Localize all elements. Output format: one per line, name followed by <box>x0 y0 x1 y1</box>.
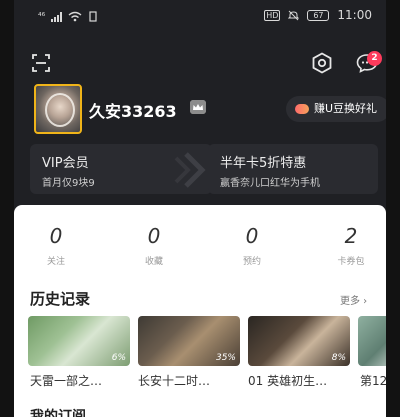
history-progress: 35% <box>215 353 236 363</box>
history-thumbnail[interactable]: 6% <box>28 316 130 366</box>
history-thumbnail[interactable]: 8% <box>248 316 350 366</box>
status-bar: ⁴⁶ HD 67 11:00 <box>14 0 386 30</box>
earn-points-button[interactable]: 赚U豆换好礼 <box>286 96 386 122</box>
notification-badge: 2 <box>367 51 382 66</box>
signal-icon <box>51 11 63 22</box>
stat-follow-value: 0 <box>49 224 63 248</box>
usb-icon <box>89 11 97 22</box>
stat-coupons-label: 卡券包 <box>337 257 365 267</box>
promo-card[interactable]: 半年卡5折特惠 赢香奈儿口红华为手机 <box>208 144 378 194</box>
stat-reservations[interactable]: 0 预约 <box>222 224 282 267</box>
history-thumbnail[interactable] <box>358 316 386 366</box>
clock: 11:00 <box>337 8 372 22</box>
vip-card[interactable]: VIP会员 首月仅9块9 <box>30 144 212 194</box>
subscriptions-title: 我的订阅 <box>30 409 86 417</box>
crown-icon <box>190 100 206 114</box>
history-more-link[interactable]: 更多 › <box>340 292 367 307</box>
vip-card-subtitle: 首月仅9块9 <box>42 178 95 189</box>
history-item-title[interactable]: 第12 <box>360 372 386 389</box>
promo-card-subtitle: 赢香奈儿口红华为手机 <box>220 178 320 189</box>
hd-badge: HD <box>264 9 281 21</box>
chevron-decoration-icon <box>174 152 206 188</box>
settings-icon[interactable] <box>311 52 333 74</box>
stat-favorites-value: 0 <box>147 224 161 248</box>
top-actions <box>14 48 386 78</box>
coin-icon <box>295 104 309 114</box>
stat-follow[interactable]: 0 关注 <box>26 224 86 267</box>
stat-favorites-label: 收藏 <box>144 257 163 267</box>
history-item-title[interactable]: 天雷一部之… <box>30 372 130 389</box>
stat-favorites[interactable]: 0 收藏 <box>124 224 184 267</box>
network-type: ⁴⁶ <box>38 11 46 22</box>
earn-points-label: 赚U豆换好礼 <box>314 102 378 115</box>
history-thumbnail[interactable]: 35% <box>138 316 240 366</box>
history-progress: 6% <box>111 353 126 363</box>
username[interactable]: 久安33263 <box>89 98 177 122</box>
vip-card-title: VIP会员 <box>42 156 89 171</box>
history-title: 历史记录 <box>30 290 91 308</box>
history-progress: 8% <box>331 353 346 363</box>
battery-icon: 67 <box>307 9 330 21</box>
stat-reservations-label: 预约 <box>242 257 261 267</box>
mute-icon <box>288 10 300 20</box>
scan-icon[interactable] <box>32 54 50 72</box>
wifi-icon <box>68 11 82 22</box>
stat-coupons[interactable]: 2 卡券包 <box>321 224 381 267</box>
history-item-title[interactable]: 长安十二时… <box>138 372 238 389</box>
stat-coupons-value: 2 <box>344 224 358 248</box>
avatar[interactable] <box>34 84 82 134</box>
history-item-title[interactable]: 01 英雄初生… <box>248 372 348 389</box>
phone-screen: ⁴⁶ HD 67 11:00 2 久安33263 赚U豆换好礼 VIP会员 首月… <box>14 0 386 417</box>
promo-card-title: 半年卡5折特惠 <box>220 156 307 171</box>
stat-reservations-value: 0 <box>245 224 259 248</box>
stat-follow-label: 关注 <box>46 257 65 267</box>
